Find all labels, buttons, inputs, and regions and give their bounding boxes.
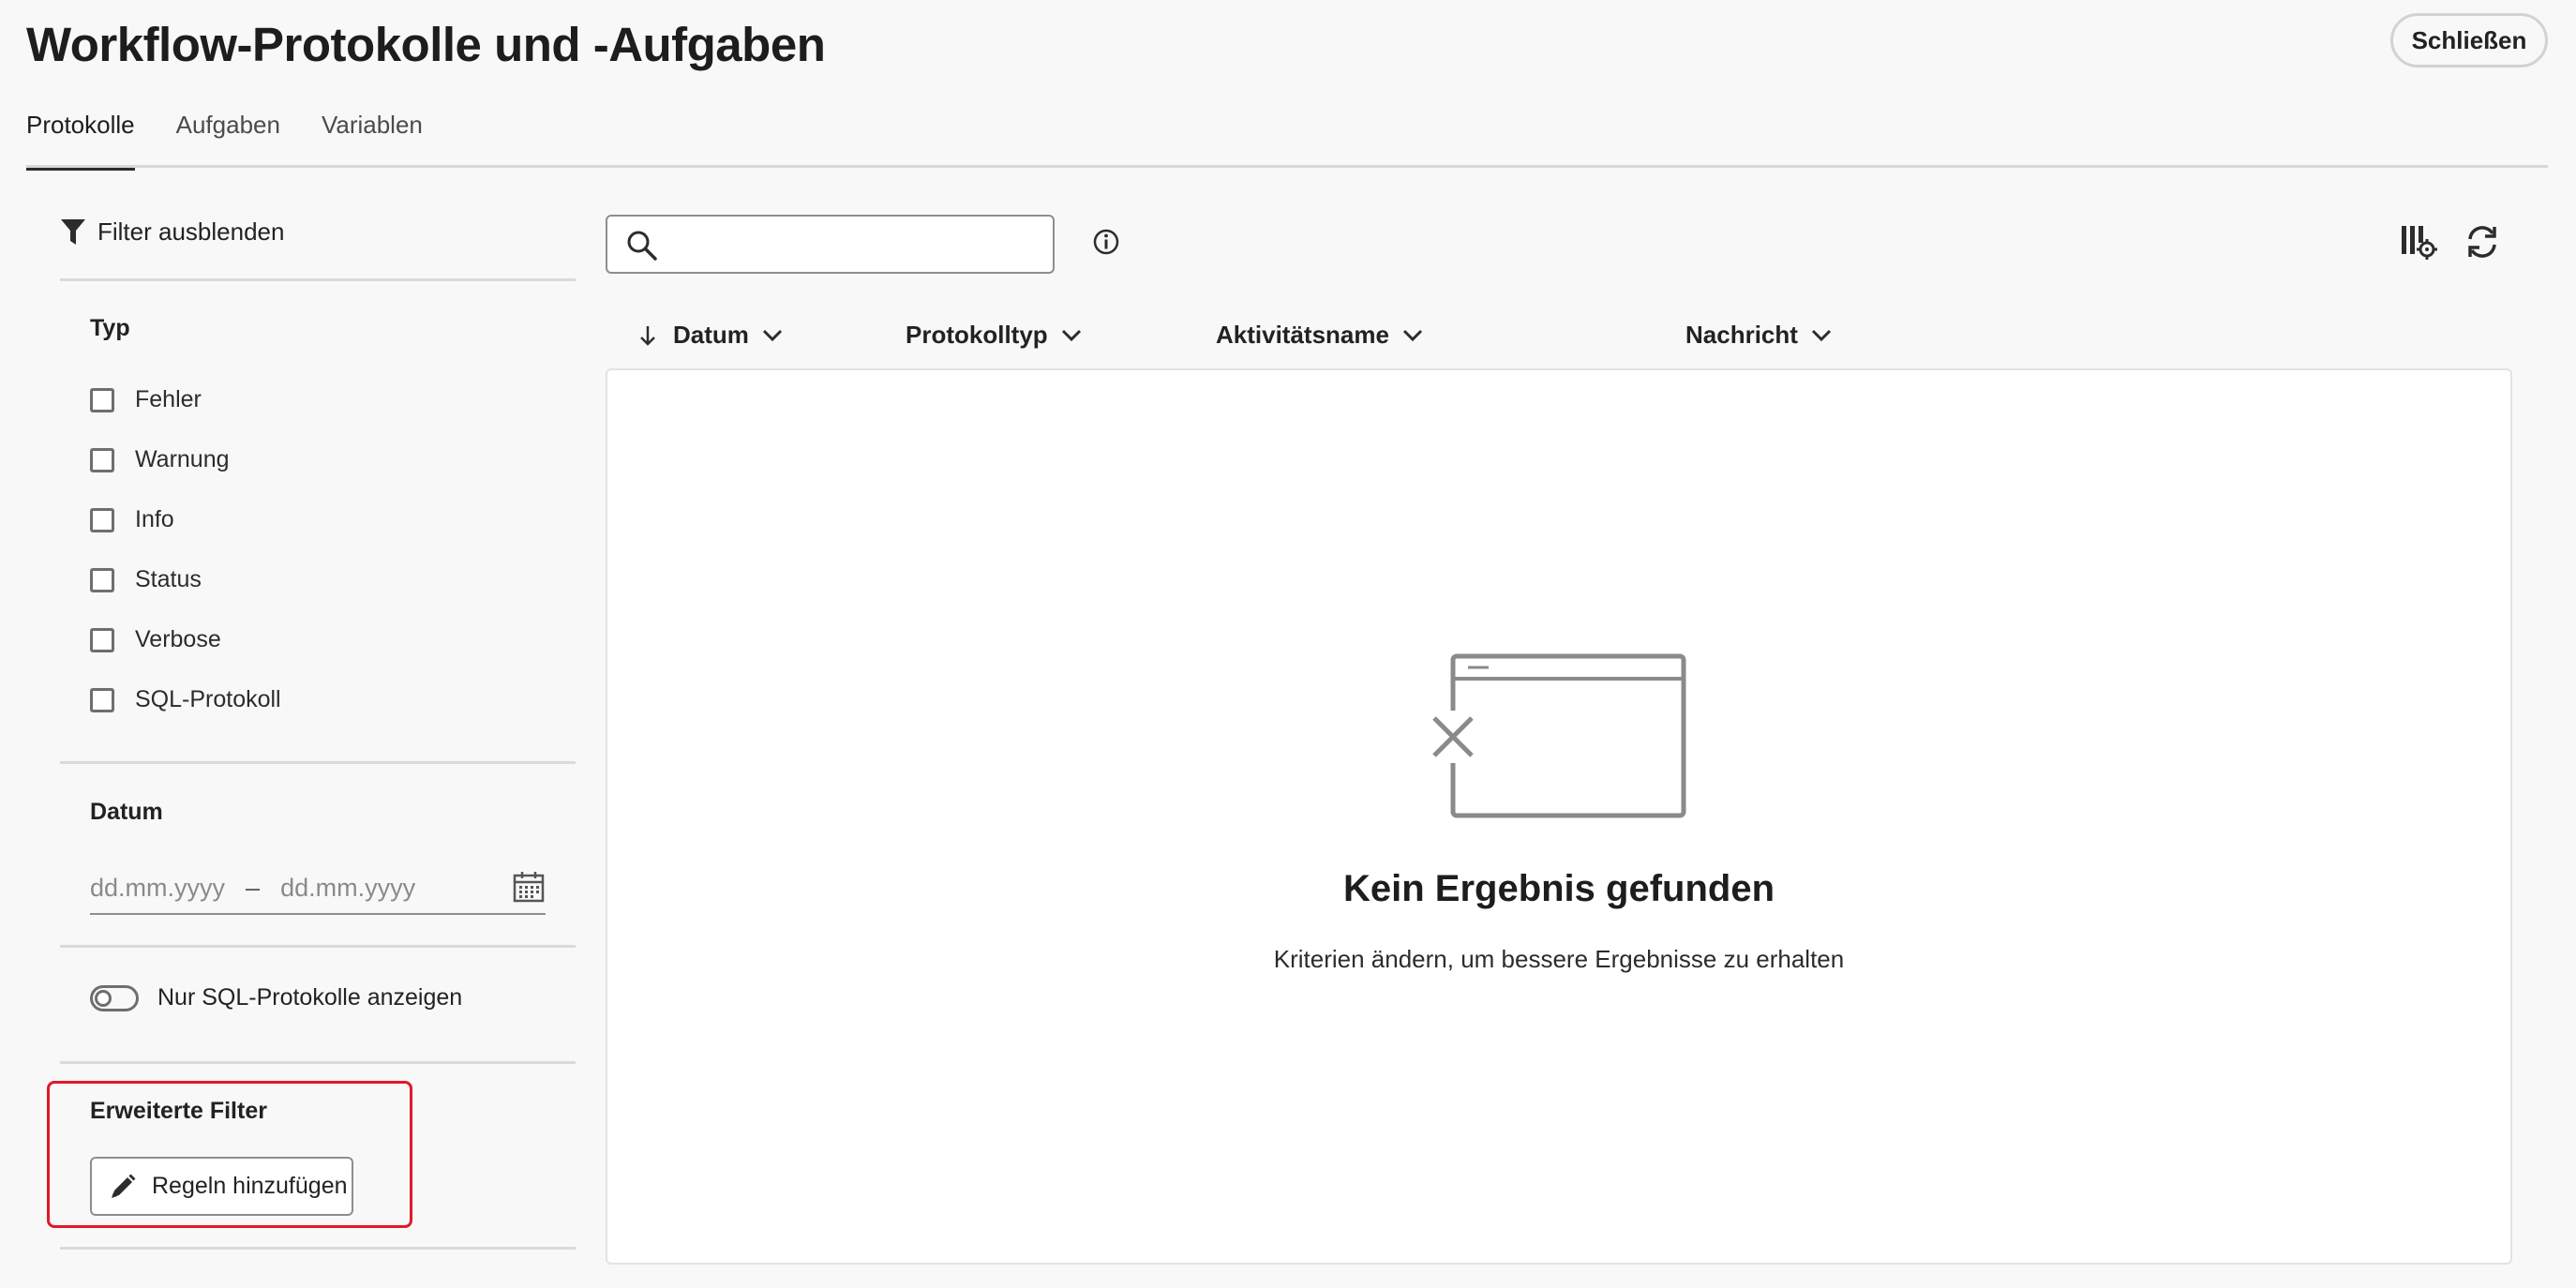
empty-state-title: Kein Ergebnis gefunden: [1342, 868, 1775, 909]
workflow-logs-dialog: Workflow-Protokolle und -Aufgaben Schlie…: [0, 0, 2576, 1288]
column-label: Nachricht: [1685, 321, 1798, 349]
checkbox[interactable]: [90, 687, 114, 712]
type-checkbox-sql[interactable]: SQL-Protokoll: [90, 686, 281, 713]
empty-state-subtitle: Kriterien ändern, um bessere Ergebnisse …: [1273, 945, 1845, 973]
date-heading: Datum: [90, 799, 163, 825]
chevron-down-icon[interactable]: [1402, 329, 1423, 342]
checkbox-label: Warnung: [135, 446, 230, 472]
type-heading: Typ: [90, 315, 130, 341]
checkbox[interactable]: [90, 627, 114, 652]
info-icon[interactable]: [1090, 226, 1122, 258]
sql-only-switch[interactable]: [90, 984, 139, 1011]
type-checkbox-verbose[interactable]: Verbose: [90, 626, 221, 653]
tabs-divider: [26, 165, 2548, 168]
checkbox[interactable]: [90, 447, 114, 472]
empty-window-illustration-icon: [1430, 653, 1686, 818]
search-input[interactable]: [669, 224, 1035, 265]
checkbox[interactable]: [90, 507, 114, 532]
type-checkbox-warnung[interactable]: Warnung: [90, 446, 230, 473]
page-title: Workflow-Protokolle und -Aufgaben: [26, 18, 826, 71]
add-rules-button[interactable]: Regeln hinzufügen: [90, 1157, 353, 1216]
sql-only-label: Nur SQL-Protokolle anzeigen: [157, 984, 463, 1011]
checkbox-label: Status: [135, 566, 202, 592]
filter-divider: [60, 1247, 576, 1250]
chevron-down-icon[interactable]: [762, 329, 783, 342]
calendar-icon[interactable]: [512, 870, 546, 904]
search-box[interactable]: [606, 215, 1055, 274]
refresh-icon[interactable]: [2464, 223, 2501, 261]
date-to-field[interactable]: dd.mm.yyyy: [280, 874, 415, 903]
chevron-down-icon[interactable]: [1061, 329, 1082, 342]
column-header-protokolltyp[interactable]: Protokolltyp: [906, 321, 1082, 350]
add-rules-label: Regeln hinzufügen: [152, 1173, 348, 1199]
checkbox[interactable]: [90, 567, 114, 592]
tab-bar: Protokolle Aufgaben Variablen: [26, 103, 464, 171]
column-label: Aktivitätsname: [1216, 321, 1389, 349]
date-from-field[interactable]: dd.mm.yyyy: [90, 874, 225, 903]
checkbox[interactable]: [90, 387, 114, 412]
hide-filters-label: Filter ausblenden: [97, 217, 285, 246]
checkbox-label: SQL-Protokoll: [135, 686, 281, 712]
sql-only-toggle-row[interactable]: Nur SQL-Protokolle anzeigen: [90, 984, 462, 1011]
hide-filters-button[interactable]: Filter ausblenden: [60, 217, 284, 247]
advanced-filters-heading: Erweiterte Filter: [90, 1098, 267, 1124]
checkbox-label: Fehler: [135, 386, 202, 412]
column-header-nachricht[interactable]: Nachricht: [1685, 321, 1832, 350]
filter-divider: [60, 1061, 576, 1064]
sort-descending-icon: [640, 325, 655, 346]
tab-protokolle[interactable]: Protokolle: [26, 103, 135, 171]
filter-icon: [61, 218, 85, 245]
date-separator: –: [246, 873, 261, 902]
date-range-picker[interactable]: dd.mm.yyyy – dd.mm.yyyy: [90, 862, 546, 915]
tab-variablen[interactable]: Variablen: [322, 103, 423, 169]
column-label: Protokolltyp: [906, 321, 1048, 349]
column-settings-icon[interactable]: [2400, 223, 2437, 261]
chevron-down-icon[interactable]: [1811, 329, 1832, 342]
type-checkbox-info[interactable]: Info: [90, 506, 174, 533]
checkbox-label: Verbose: [135, 626, 221, 652]
filter-divider: [60, 945, 576, 948]
filter-divider: [60, 761, 576, 764]
search-icon: [627, 231, 657, 261]
column-label: Datum: [673, 321, 749, 349]
filter-divider: [60, 278, 576, 281]
pencil-icon: [112, 1174, 136, 1198]
checkbox-label: Info: [135, 506, 174, 532]
type-checkbox-status[interactable]: Status: [90, 566, 202, 593]
column-header-aktivitaetsname[interactable]: Aktivitätsname: [1216, 321, 1423, 350]
type-checkbox-fehler[interactable]: Fehler: [90, 386, 202, 413]
column-header-datum[interactable]: Datum: [637, 321, 783, 350]
close-button[interactable]: Schließen: [2390, 13, 2548, 67]
tab-aufgaben[interactable]: Aufgaben: [176, 103, 280, 169]
